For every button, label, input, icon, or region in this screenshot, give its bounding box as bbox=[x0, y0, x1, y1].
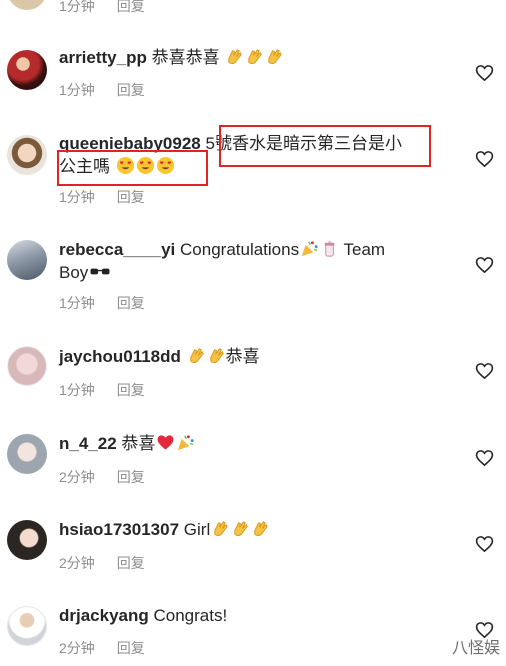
reply-button[interactable]: 回复 bbox=[117, 82, 145, 98]
comment-username[interactable]: drjackyang bbox=[59, 606, 149, 625]
comment-text-line: n_4_22 恭喜 bbox=[59, 433, 195, 455]
avatar[interactable] bbox=[7, 346, 47, 386]
reply-button[interactable]: 回复 bbox=[117, 555, 145, 571]
like-heart-icon[interactable] bbox=[475, 150, 494, 168]
like-heart-icon[interactable] bbox=[475, 256, 494, 274]
comment-text-continued: Boy bbox=[59, 263, 89, 282]
comment-text: Congrats! bbox=[153, 606, 228, 625]
avatar[interactable] bbox=[7, 520, 47, 560]
reply-button[interactable]: 回复 bbox=[117, 640, 145, 656]
avatar[interactable] bbox=[7, 434, 47, 474]
comment-time: 1分钟 bbox=[59, 295, 95, 311]
like-heart-icon[interactable] bbox=[475, 64, 494, 82]
comment-time: 1分钟 bbox=[59, 82, 95, 98]
comment-time: 2分钟 bbox=[59, 469, 95, 485]
like-heart-icon[interactable] bbox=[475, 535, 494, 553]
avatar[interactable] bbox=[7, 135, 47, 175]
clap-emoji-icon bbox=[234, 521, 248, 537]
comment-time: 2分钟 bbox=[59, 555, 95, 571]
comment-text: 恭喜恭喜 bbox=[151, 48, 220, 67]
clap-emoji-icon bbox=[189, 348, 204, 364]
comment-text-line: drjackyang Congrats! bbox=[59, 605, 227, 627]
comment-meta: 2分钟 回复 bbox=[59, 638, 145, 658]
avatar[interactable] bbox=[7, 50, 47, 90]
comment-text-line-2: Boy bbox=[59, 262, 111, 284]
comment-text: 恭喜 bbox=[225, 347, 260, 366]
comment-text-line: jaychou0118dd 恭喜 bbox=[59, 346, 260, 368]
red-heart-emoji-icon bbox=[157, 435, 174, 450]
comment-meta: 1分钟 回复 bbox=[59, 80, 145, 100]
reply-button[interactable]: 回复 bbox=[117, 0, 145, 14]
comment-username[interactable]: hsiao17301307 bbox=[59, 520, 179, 539]
comment-username[interactable]: n_4_22 bbox=[59, 434, 117, 453]
party-popper-emoji-icon bbox=[178, 435, 194, 451]
reply-button[interactable]: 回复 bbox=[117, 469, 145, 485]
clap-emoji-icon bbox=[254, 521, 268, 537]
highlight-box bbox=[57, 150, 208, 186]
clap-emoji-icon bbox=[248, 49, 263, 65]
comment-meta: 1分钟 回复 bbox=[59, 0, 145, 16]
comment-time: 1分钟 bbox=[59, 189, 95, 205]
clap-emoji-icon bbox=[209, 348, 224, 364]
reply-button[interactable]: 回复 bbox=[117, 295, 145, 311]
comment-text-line: rebecca____yi Congratulations Team bbox=[59, 239, 385, 261]
comment-text-line: arrietty_pp 恭喜恭喜 bbox=[59, 47, 284, 69]
reply-button[interactable]: 回复 bbox=[117, 189, 145, 205]
avatar[interactable] bbox=[7, 0, 47, 10]
clap-emoji-icon bbox=[214, 521, 228, 537]
avatar[interactable] bbox=[7, 240, 47, 280]
comment-username[interactable]: jaychou0118dd bbox=[59, 347, 181, 366]
like-heart-icon[interactable] bbox=[475, 449, 494, 467]
comment-time: 1分钟 bbox=[59, 382, 95, 398]
clap-emoji-icon bbox=[228, 49, 243, 65]
comment-meta: 1分钟 回复 bbox=[59, 187, 145, 207]
avatar[interactable] bbox=[7, 606, 47, 646]
like-heart-icon[interactable] bbox=[475, 362, 494, 380]
comment-text-after: Team bbox=[343, 240, 386, 259]
comment-meta: 2分钟 回复 bbox=[59, 553, 145, 573]
comment-meta: 2分钟 回复 bbox=[59, 467, 145, 487]
party-popper-emoji-icon bbox=[301, 241, 318, 257]
comment-text: Congratulations bbox=[180, 240, 300, 259]
sunglasses-emoji-icon bbox=[90, 268, 110, 275]
comment-meta: 1分钟 回复 bbox=[59, 293, 145, 313]
comment-meta: 1分钟 回复 bbox=[59, 380, 145, 400]
clap-emoji-icon bbox=[268, 49, 283, 65]
comment-text: Girl bbox=[183, 520, 211, 539]
comment-username[interactable]: rebecca____yi bbox=[59, 240, 175, 259]
comment-text: 恭喜 bbox=[121, 434, 156, 453]
highlight-box bbox=[219, 125, 431, 167]
baby-bottle-emoji-icon bbox=[324, 240, 335, 257]
comment-username[interactable]: arrietty_pp bbox=[59, 48, 147, 67]
watermark: 八怪娱 bbox=[451, 640, 500, 657]
comment-time: 1分钟 bbox=[59, 0, 95, 14]
comment-time: 2分钟 bbox=[59, 640, 95, 656]
reply-button[interactable]: 回复 bbox=[117, 382, 145, 398]
comment-text-line: hsiao17301307 Girl bbox=[59, 519, 270, 541]
